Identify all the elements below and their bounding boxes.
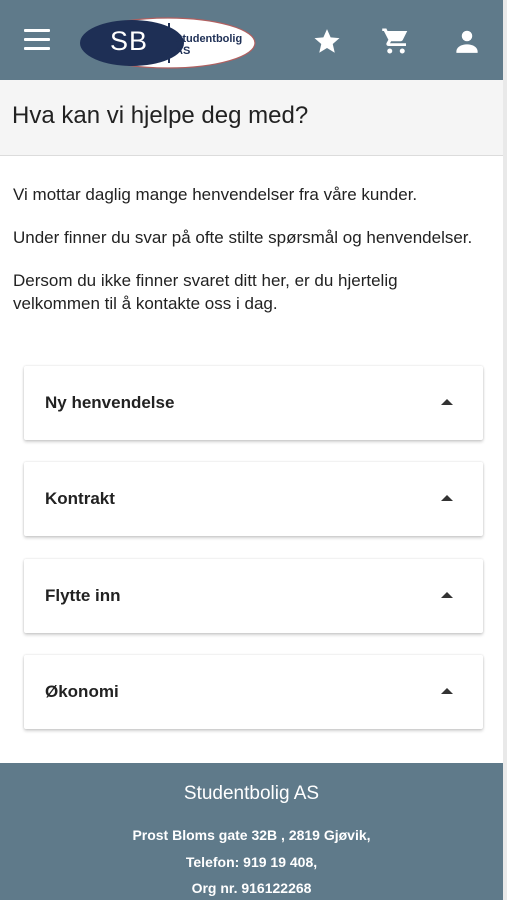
- footer-company: Studentbolig AS: [183, 783, 320, 804]
- accordion-okonomi[interactable]: Økonomi: [24, 655, 483, 729]
- star-icon[interactable]: [312, 26, 342, 56]
- accordion-kontrakt[interactable]: Kontrakt: [24, 462, 483, 536]
- intro-paragraph: Vi mottar daglig mange henvendelser fra …: [13, 185, 418, 204]
- footer-address: Prost Bloms gate 32B , 2819 Gjøvik,: [132, 827, 371, 843]
- caret-up-icon: [441, 592, 453, 598]
- footer: Studentbolig AS Prost Bloms gate 32B , 2…: [0, 763, 503, 900]
- accordion-flytte-inn[interactable]: Flytte inn: [24, 559, 483, 633]
- cart-icon[interactable]: [381, 26, 411, 56]
- top-bar: SB Studentbolig AS: [0, 0, 503, 80]
- caret-up-icon: [441, 688, 453, 694]
- logo-initials: SB: [110, 26, 149, 56]
- intro-text: Vi mottar daglig mange henvendelser fra …: [13, 183, 483, 335]
- logo-text-line1: Studentbolig: [175, 33, 243, 45]
- accordion-label: Kontrakt: [45, 489, 115, 508]
- page-heading-band: Hva kan vi hjelpe deg med?: [0, 80, 503, 156]
- page-title: Hva kan vi hjelpe deg med?: [12, 102, 309, 129]
- accordion-label: Ny henvendelse: [45, 393, 175, 412]
- intro-paragraph: Under finner du svar på ofte stilte spør…: [13, 228, 473, 247]
- footer-phone: Telefon: 919 19 408,: [185, 854, 318, 870]
- accordion-label: Økonomi: [45, 682, 119, 701]
- menu-icon[interactable]: [24, 29, 52, 51]
- caret-up-icon: [441, 495, 453, 501]
- logo-text-line2: AS: [175, 45, 191, 57]
- accordion-label: Flytte inn: [45, 586, 121, 605]
- app: SB Studentbolig AS Hva kan vi hjelpe deg…: [0, 0, 507, 900]
- user-icon[interactable]: [452, 26, 482, 56]
- accordion-ny-henvendelse[interactable]: Ny henvendelse: [24, 366, 483, 440]
- footer-org: Org nr. 916122268: [191, 880, 312, 896]
- caret-up-icon: [441, 399, 453, 405]
- logo[interactable]: SB Studentbolig AS: [80, 17, 260, 69]
- intro-paragraph: Dersom du ikke finner svaret ditt her, e…: [13, 271, 398, 313]
